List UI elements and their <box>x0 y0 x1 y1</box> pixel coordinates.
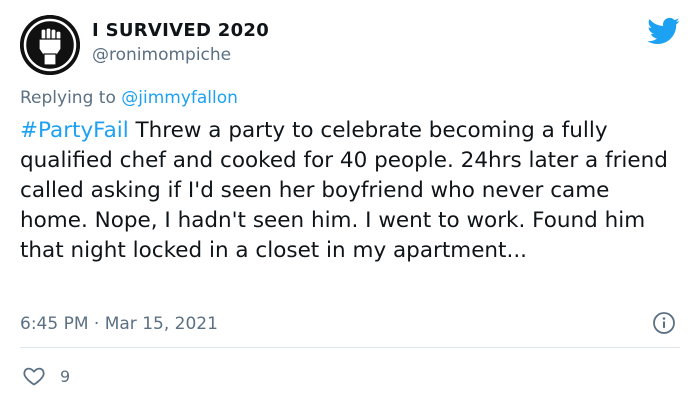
raised-fist-icon <box>20 15 80 75</box>
avatar[interactable] <box>20 15 80 75</box>
hashtag-link[interactable]: #PartyFail <box>20 118 129 143</box>
heart-icon <box>23 367 45 386</box>
replying-to: Replying to @jimmyfallon <box>20 88 238 108</box>
tweet-text: #PartyFail Threw a party to celebrate be… <box>20 116 680 266</box>
twitter-bird-icon[interactable] <box>646 14 680 48</box>
display-name[interactable]: I SURVIVED 2020 <box>92 20 269 41</box>
timestamp[interactable]: 6:45 PM · Mar 15, 2021 <box>20 314 218 334</box>
tweet-time: 6:45 PM <box>20 314 89 334</box>
tweet-date: Mar 15, 2021 <box>104 314 218 334</box>
reply-mention-link[interactable]: @jimmyfallon <box>121 88 238 108</box>
like-button[interactable]: 9 <box>22 364 70 388</box>
replying-to-label: Replying to <box>20 88 122 108</box>
like-count: 9 <box>60 366 71 386</box>
info-icon[interactable] <box>652 311 676 335</box>
timestamp-separator: · <box>88 314 105 334</box>
divider <box>20 347 680 348</box>
user-handle[interactable]: @ronimompiche <box>92 45 231 65</box>
